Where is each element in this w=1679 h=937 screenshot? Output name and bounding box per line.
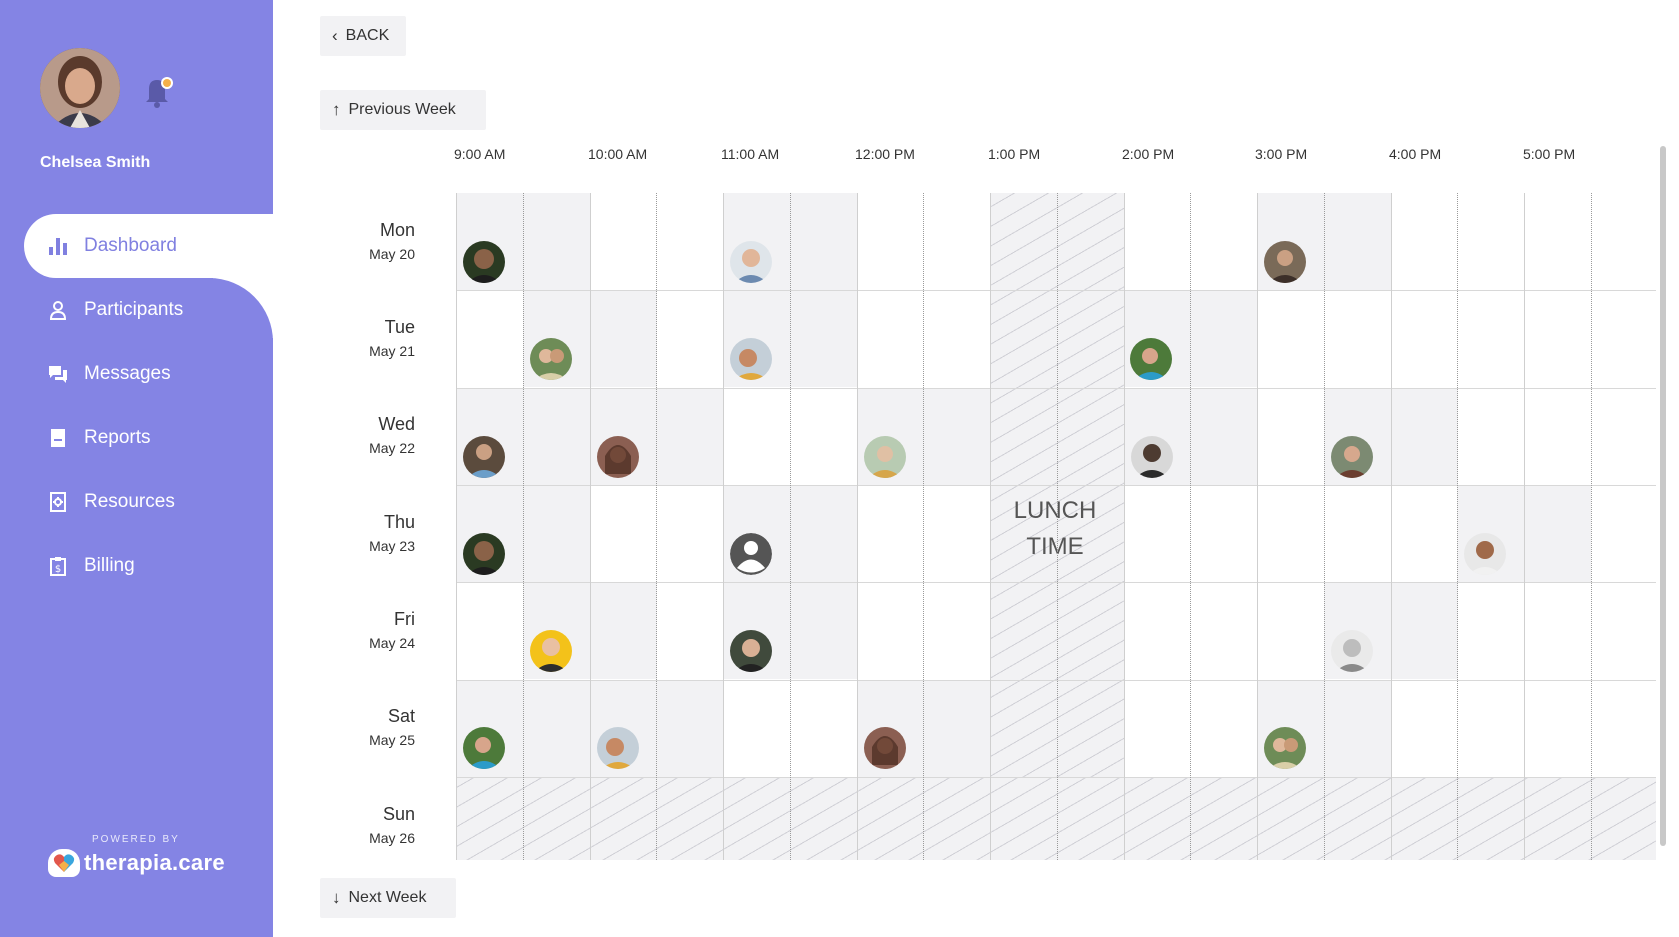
sidebar-nav: Dashboard Participants Messages Reports …: [0, 214, 273, 937]
appointment-avatar[interactable]: [1131, 436, 1173, 478]
sidebar-item-label: Reports: [84, 427, 151, 448]
brand-name: therapia.care: [84, 850, 225, 875]
sidebar-item-label: Resources: [84, 491, 175, 512]
time-label: 2:00 PM: [1122, 146, 1175, 162]
scrollbar[interactable]: [1660, 146, 1666, 846]
document-icon: [48, 428, 68, 448]
appointment-avatar[interactable]: [1130, 338, 1172, 380]
appointment-avatar[interactable]: [1331, 436, 1373, 478]
appointment-avatar[interactable]: [1331, 630, 1373, 672]
appointment-avatar[interactable]: [463, 533, 505, 575]
sidebar-item-reports[interactable]: Reports: [0, 406, 273, 470]
avatar[interactable]: [40, 48, 120, 128]
time-label: 3:00 PM: [1255, 146, 1308, 162]
appointment-avatar[interactable]: [530, 338, 572, 380]
user-name: Chelsea Smith: [40, 154, 151, 171]
sidebar-item-label: Billing: [84, 555, 135, 576]
sidebar-item-dashboard[interactable]: Dashboard: [0, 214, 273, 278]
day-label-tue: Tue May 21: [369, 317, 415, 359]
day-label-mon: Mon May 20: [369, 220, 415, 262]
time-label: 9:00 AM: [454, 146, 506, 162]
powered-by-label: POWERED BY: [92, 834, 180, 845]
default-avatar-icon[interactable]: [730, 533, 772, 575]
profile-card: Chelsea Smith: [0, 0, 273, 214]
appointment-avatar[interactable]: [864, 436, 906, 478]
appointment-avatar[interactable]: [730, 630, 772, 672]
previous-week-label: Previous Week: [348, 101, 456, 118]
time-label: 11:00 AM: [721, 146, 780, 162]
bar-chart-icon: [48, 236, 68, 256]
day-label-wed: Wed May 22: [369, 414, 415, 456]
appointment-avatar[interactable]: [864, 727, 906, 769]
day-label-sat: Sat May 25: [369, 706, 415, 748]
sidebar-item-label: Dashboard: [84, 235, 177, 256]
time-label: 10:00 AM: [588, 146, 648, 162]
appointment-avatar[interactable]: [1464, 533, 1506, 575]
day-label-fri: Fri May 24: [369, 609, 415, 651]
appointment-avatar[interactable]: [463, 241, 505, 283]
time-label: 4:00 PM: [1389, 146, 1442, 162]
appointment-avatar[interactable]: [530, 630, 572, 672]
sidebar-item-billing[interactable]: $ Billing: [0, 534, 273, 598]
appointment-avatar[interactable]: [730, 241, 772, 283]
sidebar: Chelsea Smith Dashboard Participants Mes…: [0, 0, 273, 937]
next-week-label: Next Week: [348, 889, 427, 906]
time-label: 5:00 PM: [1523, 146, 1576, 162]
lunch-label: LUNCH TIME: [1013, 497, 1097, 560]
bell-icon[interactable]: [143, 75, 173, 109]
appointment-avatar[interactable]: [1264, 727, 1306, 769]
sidebar-item-label: Participants: [84, 299, 184, 320]
svg-text:$: $: [55, 564, 61, 575]
back-label: BACK: [345, 27, 390, 44]
chevron-left-icon: ‹: [332, 26, 338, 45]
appointment-avatar[interactable]: [1264, 241, 1306, 283]
day-label-thu: Thu May 23: [369, 512, 415, 554]
back-button[interactable]: ‹ BACK: [320, 16, 406, 56]
appointment-avatar[interactable]: [597, 436, 639, 478]
time-label: 12:00 PM: [855, 146, 915, 162]
sunday-unavailable: [456, 777, 1656, 860]
next-week-button[interactable]: ↓ Next Week: [320, 878, 456, 918]
sidebar-item-label: Messages: [84, 363, 171, 384]
sidebar-item-participants[interactable]: Participants: [0, 278, 273, 342]
appointment-avatar[interactable]: [730, 338, 772, 380]
sidebar-item-resources[interactable]: Resources: [0, 470, 273, 534]
previous-week-button[interactable]: ↑ Previous Week: [320, 90, 486, 130]
chat-icon: [48, 364, 68, 384]
gear-doc-icon: [48, 492, 68, 512]
clipboard-dollar-icon: $: [48, 556, 68, 576]
appointment-avatar[interactable]: [463, 727, 505, 769]
day-label-sun: Sun May 26: [369, 804, 415, 846]
arrow-down-icon: ↓: [332, 888, 341, 907]
heart-logo-icon: [48, 849, 80, 877]
brand-logo[interactable]: POWERED BY therapia.care: [48, 834, 225, 877]
calendar-grid[interactable]: LUNCH TIME: [456, 193, 1656, 860]
time-label: 1:00 PM: [988, 146, 1041, 162]
appointment-avatar[interactable]: [463, 436, 505, 478]
appointment-avatar[interactable]: [597, 727, 639, 769]
sidebar-item-messages[interactable]: Messages: [0, 342, 273, 406]
person-icon: [48, 300, 68, 320]
arrow-up-icon: ↑: [332, 100, 341, 119]
